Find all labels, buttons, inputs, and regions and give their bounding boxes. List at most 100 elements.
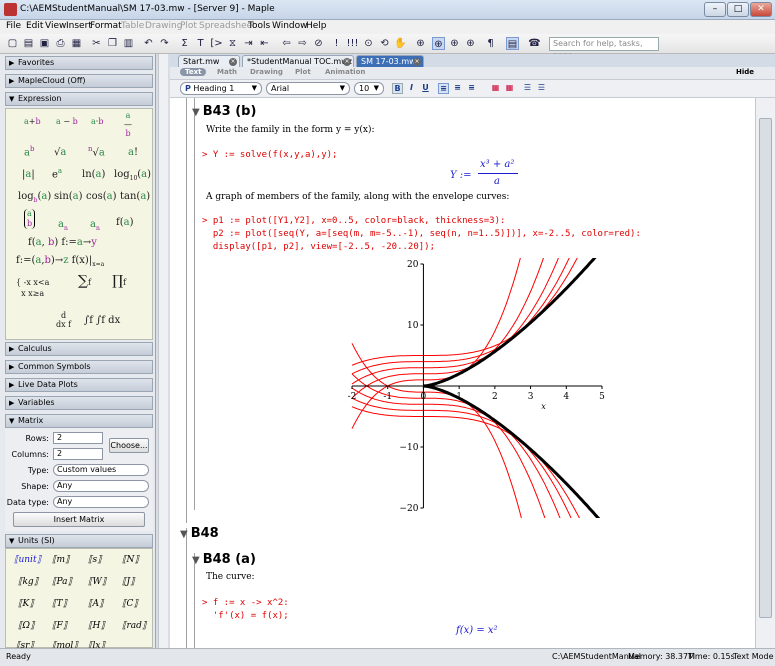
document-scrollbar[interactable]: [755, 98, 775, 648]
indent-icon[interactable]: ⇥: [242, 37, 255, 50]
maple-input[interactable]: display([p1, p2], view=[-2..5, -20..20])…: [202, 242, 435, 252]
mode-animation[interactable]: Animation: [325, 68, 365, 76]
unit-item[interactable]: ⟦s⟧: [88, 555, 102, 565]
close-button[interactable]: ✕: [750, 2, 772, 17]
collapse-triangle-icon[interactable]: ▼: [180, 529, 188, 540]
help-icon[interactable]: ☎: [528, 37, 541, 50]
menu-plot[interactable]: Plot: [180, 21, 197, 31]
close-icon[interactable]: ×: [413, 58, 421, 66]
underline-button[interactable]: U: [420, 83, 431, 94]
section-heading-b43b[interactable]: ▼ B43 (b): [192, 104, 256, 119]
expr-function-def[interactable]: f:=(a,b)→z f(x)|x=a: [16, 255, 104, 268]
expr-logb[interactable]: logb(a): [18, 191, 51, 204]
choose-button[interactable]: Choose...: [109, 438, 149, 453]
align-center-icon[interactable]: ≡: [452, 83, 463, 94]
palette-live-data-plots[interactable]: ▶ Live Data Plots: [5, 378, 153, 392]
unit-item[interactable]: ⟦m⟧: [52, 555, 69, 565]
new-icon[interactable]: ▢: [6, 37, 19, 50]
open-icon[interactable]: ▤: [22, 37, 35, 50]
back-icon[interactable]: ⇦: [280, 37, 293, 50]
debug-icon[interactable]: ⊙: [362, 37, 375, 50]
tab-start[interactable]: Start.mw ×: [178, 55, 240, 67]
expr-factorial[interactable]: a!: [128, 147, 138, 158]
palette-toggle-icon[interactable]: ▤: [506, 37, 519, 50]
palette-expression[interactable]: ▼ Expression: [5, 92, 153, 106]
menu-edit[interactable]: Edit: [26, 21, 43, 31]
expr-cos[interactable]: cos(a): [86, 191, 117, 202]
paste-icon[interactable]: ▥: [122, 37, 135, 50]
expr-subscript[interactable]: an: [58, 219, 68, 232]
collapse-icon[interactable]: ⧖: [226, 37, 239, 50]
align-right-icon[interactable]: ≡: [466, 83, 477, 94]
worksheet[interactable]: ▼ B43 (b) Write the family in the form y …: [170, 98, 755, 648]
copy-icon[interactable]: ❐: [106, 37, 119, 50]
mode-math[interactable]: Math: [217, 68, 237, 76]
palette-variables[interactable]: ▶ Variables: [5, 396, 153, 410]
unit-item[interactable]: ⟦K⟧: [18, 599, 34, 609]
expr-derivative[interactable]: d dx f: [56, 311, 71, 329]
bullet-list-icon[interactable]: ☰: [522, 83, 533, 94]
expr-exp[interactable]: ea: [52, 167, 62, 180]
menu-tools[interactable]: Tools: [248, 21, 270, 31]
palette-units[interactable]: ▼ Units (SI): [5, 534, 153, 548]
collapse-triangle-icon[interactable]: ▼: [192, 107, 200, 118]
unit-item[interactable]: ⟦F⟧: [52, 621, 67, 631]
highlight-color-icon[interactable]: ▦: [490, 83, 501, 94]
unit-item[interactable]: ⟦N⟧: [122, 555, 139, 565]
menu-drawing[interactable]: Drawing: [145, 21, 182, 31]
maple-input[interactable]: p2 := plot([seq(Y, a=[seq(m, m=-5..-1), …: [202, 229, 641, 239]
menu-window[interactable]: Window: [272, 21, 308, 31]
zoom-150-icon[interactable]: ⊕: [432, 37, 445, 50]
mode-plot[interactable]: Plot: [295, 68, 311, 76]
style-select[interactable]: P Heading 1 ▼: [180, 82, 262, 95]
stop-icon[interactable]: ⊘: [312, 37, 325, 50]
minimize-button[interactable]: –: [704, 2, 726, 17]
scrollbar-thumb[interactable]: [759, 118, 772, 618]
expr-nthroot[interactable]: n√a: [88, 145, 105, 158]
menu-format[interactable]: Format: [90, 21, 122, 31]
expr-sum[interactable]: ∑f: [78, 273, 91, 289]
insert-math-icon[interactable]: Σ: [178, 37, 191, 50]
font-select[interactable]: Arial ▼: [266, 82, 350, 95]
unit-item[interactable]: ⟦W⟧: [88, 577, 106, 587]
expr-sqrt[interactable]: √a: [54, 147, 66, 158]
expr-sin[interactable]: sin(a): [54, 191, 83, 202]
maximize-button[interactable]: □: [727, 2, 749, 17]
search-input[interactable]: Search for help, tasks, apps...: [549, 37, 659, 60]
unit-item[interactable]: ⟦Ω⟧: [18, 621, 34, 631]
execute-all-icon[interactable]: !!!: [346, 37, 359, 50]
expr-times[interactable]: a·b: [91, 117, 103, 126]
save-icon[interactable]: ▣: [38, 37, 51, 50]
collapse-triangle-icon[interactable]: ▼: [192, 555, 200, 566]
execution-group-icon[interactable]: [>: [210, 37, 223, 50]
restart-icon[interactable]: ⟲: [378, 37, 391, 50]
insert-matrix-button[interactable]: Insert Matrix: [13, 512, 145, 527]
close-icon[interactable]: ×: [343, 58, 351, 66]
palette-common-symbols[interactable]: ▶ Common Symbols: [5, 360, 153, 374]
unit-item[interactable]: ⟦C⟧: [122, 599, 138, 609]
forward-icon[interactable]: ⇨: [296, 37, 309, 50]
unit-item[interactable]: ⟦A⟧: [88, 599, 103, 609]
menu-table[interactable]: Table: [121, 21, 144, 31]
expr-product[interactable]: ∏f: [112, 273, 126, 289]
tab-toc[interactable]: *StudentManual TOC.mwz ×: [242, 55, 354, 67]
execute-icon[interactable]: !: [330, 37, 343, 50]
expr-abs[interactable]: |a|: [22, 169, 35, 180]
undo-icon[interactable]: ↶: [142, 37, 155, 50]
expr-log10[interactable]: log10(a): [114, 169, 151, 182]
columns-field[interactable]: 2: [53, 448, 103, 460]
expr-function[interactable]: f(a): [116, 217, 133, 228]
palette-matrix[interactable]: ▼ Matrix: [5, 414, 153, 428]
section-heading-b48a[interactable]: ▼ B48 (a): [192, 552, 256, 567]
shape-select[interactable]: Any: [53, 480, 149, 492]
unit-item[interactable]: ⟦Pa⟧: [52, 577, 72, 587]
mode-drawing[interactable]: Drawing: [250, 68, 283, 76]
data-type-select[interactable]: Any: [53, 496, 149, 508]
bold-button[interactable]: B: [392, 83, 403, 94]
expr-power[interactable]: ab: [24, 145, 34, 158]
expr-tan[interactable]: tan(a): [120, 191, 150, 202]
text-color-icon[interactable]: ▦: [504, 83, 515, 94]
outdent-icon[interactable]: ⇤: [258, 37, 271, 50]
palette-scrollbar[interactable]: [158, 54, 168, 648]
size-select[interactable]: 10 ▼: [354, 82, 384, 95]
